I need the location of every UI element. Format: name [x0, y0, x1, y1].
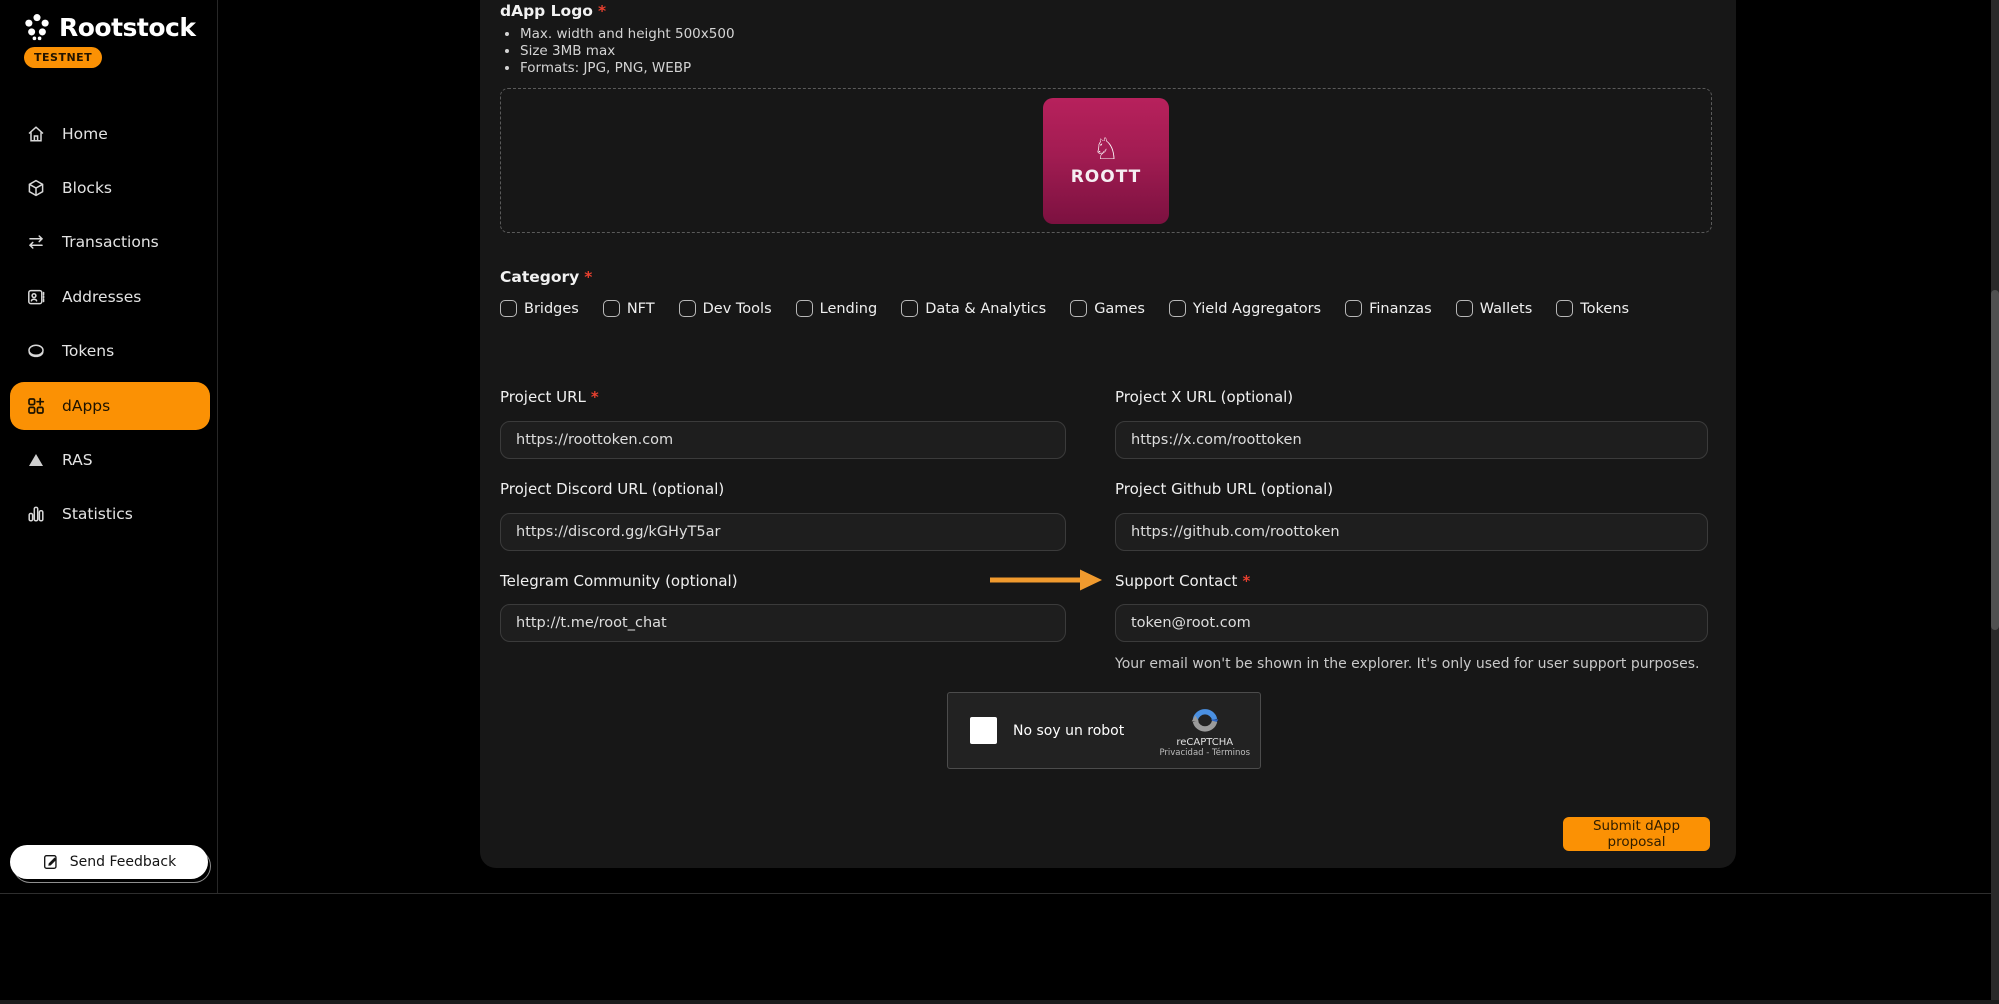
checkbox-icon[interactable]	[1456, 300, 1473, 317]
project-x-url-label: Project X URL (optional)	[1115, 388, 1293, 406]
recaptcha-logo-icon	[1188, 704, 1222, 736]
project-x-url-input[interactable]	[1115, 421, 1708, 459]
category-options-row: Bridges NFT Dev Tools Lending Data & Ana…	[500, 300, 1629, 317]
required-marker: *	[584, 268, 592, 286]
recaptcha-branding: reCAPTCHA Privacidad - Términos	[1159, 704, 1250, 758]
home-icon	[26, 124, 46, 144]
project-url-input[interactable]	[500, 421, 1066, 459]
brand-logo[interactable]: Rootstock	[22, 12, 196, 42]
dapp-logo-preview: ♘ ROOTT	[1043, 98, 1169, 224]
brand-name: Rootstock	[59, 13, 196, 42]
horizontal-scrollbar-track[interactable]	[0, 1000, 1999, 1004]
checkbox-icon[interactable]	[603, 300, 620, 317]
checkbox-icon[interactable]	[1556, 300, 1573, 317]
checkbox-icon[interactable]	[679, 300, 696, 317]
sidebar-item-home[interactable]: Home	[10, 112, 210, 156]
sidebar-item-transactions[interactable]: Transactions	[10, 220, 210, 264]
rootstock-flower-icon	[22, 12, 52, 42]
support-contact-helper-text: Your email won't be shown in the explore…	[1115, 656, 1700, 672]
logo-upload-dropzone[interactable]: ♘ ROOTT	[500, 88, 1712, 233]
category-checkbox-yield-aggregators[interactable]: Yield Aggregators	[1169, 300, 1321, 317]
logo-preview-text: ROOTT	[1071, 167, 1142, 187]
contact-card-icon	[26, 287, 46, 307]
project-github-url-input[interactable]	[1115, 513, 1708, 551]
grid-plus-icon	[26, 396, 46, 416]
sidebar-item-addresses[interactable]: Addresses	[10, 275, 210, 319]
checkbox-icon[interactable]	[500, 300, 517, 317]
logo-rule: Size 3MB max	[520, 43, 735, 60]
support-contact-input[interactable]	[1115, 604, 1708, 642]
vertical-scrollbar-track[interactable]	[1991, 0, 1999, 1004]
logo-rule: Max. width and height 500x500	[520, 26, 735, 43]
checkbox-icon[interactable]	[901, 300, 918, 317]
recaptcha-privacy-terms-links[interactable]: Privacidad - Términos	[1159, 748, 1250, 758]
bar-chart-icon	[26, 504, 46, 524]
support-contact-label: Support Contact*	[1115, 572, 1250, 590]
page: Rootstock TESTNET Home Blocks Transactio…	[0, 0, 1999, 1004]
recaptcha-brand-text: reCAPTCHA	[1176, 737, 1233, 748]
logo-rule: Formats: JPG, PNG, WEBP	[520, 60, 735, 77]
sidebar-item-statistics[interactable]: Statistics	[10, 492, 210, 536]
sidebar-item-ras[interactable]: RAS	[10, 438, 210, 482]
triangle-icon	[26, 450, 46, 470]
required-marker: *	[1242, 572, 1250, 590]
pointer-arrow	[990, 567, 1102, 593]
telegram-community-label: Telegram Community (optional)	[500, 572, 738, 590]
project-discord-url-input[interactable]	[500, 513, 1066, 551]
category-checkbox-wallets[interactable]: Wallets	[1456, 300, 1533, 317]
testnet-badge: TESTNET	[24, 47, 102, 68]
category-checkbox-data-analytics[interactable]: Data & Analytics	[901, 300, 1046, 317]
submit-dapp-proposal-button[interactable]: Submit dApp proposal	[1563, 817, 1710, 851]
telegram-community-input[interactable]	[500, 604, 1066, 642]
category-label: Category*	[500, 268, 592, 286]
required-marker: *	[591, 388, 599, 406]
category-checkbox-finanzas[interactable]: Finanzas	[1345, 300, 1432, 317]
dapp-form-panel: dApp Logo* Max. width and height 500x500…	[480, 0, 1736, 868]
checkbox-icon[interactable]	[796, 300, 813, 317]
logo-rules-list: Max. width and height 500x500 Size 3MB m…	[520, 26, 735, 77]
recaptcha-checkbox[interactable]	[970, 717, 997, 744]
checkbox-icon[interactable]	[1169, 300, 1186, 317]
project-github-url-label: Project Github URL (optional)	[1115, 480, 1333, 498]
coin-icon	[26, 341, 46, 361]
swap-arrows-icon	[26, 232, 46, 252]
recaptcha-checkbox-label: No soy un robot	[1013, 723, 1124, 739]
category-checkbox-bridges[interactable]: Bridges	[500, 300, 579, 317]
recaptcha-widget: No soy un robot reCAPTCHA Privacidad - T…	[947, 692, 1261, 769]
category-checkbox-tokens[interactable]: Tokens	[1556, 300, 1629, 317]
send-feedback-button[interactable]: Send Feedback	[10, 845, 208, 879]
checkbox-icon[interactable]	[1070, 300, 1087, 317]
category-checkbox-games[interactable]: Games	[1070, 300, 1145, 317]
project-url-label: Project URL*	[500, 388, 599, 406]
sidebar-item-tokens[interactable]: Tokens	[10, 329, 210, 373]
knight-chess-icon: ♘	[1093, 135, 1120, 165]
cube-icon	[26, 178, 46, 198]
sidebar-item-dapps[interactable]: dApps	[10, 382, 210, 430]
footer: Built by RootstockLabs Copyright © 2026 …	[0, 894, 1999, 1004]
project-discord-url-label: Project Discord URL (optional)	[500, 480, 724, 498]
send-feedback-label: Send Feedback	[70, 854, 176, 870]
feedback-icon	[42, 853, 60, 871]
checkbox-icon[interactable]	[1345, 300, 1362, 317]
category-checkbox-lending[interactable]: Lending	[796, 300, 878, 317]
category-checkbox-nft[interactable]: NFT	[603, 300, 655, 317]
required-marker: *	[598, 2, 606, 20]
sidebar-item-blocks[interactable]: Blocks	[10, 166, 210, 210]
sidebar: Rootstock TESTNET Home Blocks Transactio…	[0, 0, 218, 893]
dapp-logo-label: dApp Logo*	[500, 2, 606, 20]
category-checkbox-dev-tools[interactable]: Dev Tools	[679, 300, 772, 317]
vertical-scrollbar-thumb[interactable]	[1991, 290, 1999, 630]
